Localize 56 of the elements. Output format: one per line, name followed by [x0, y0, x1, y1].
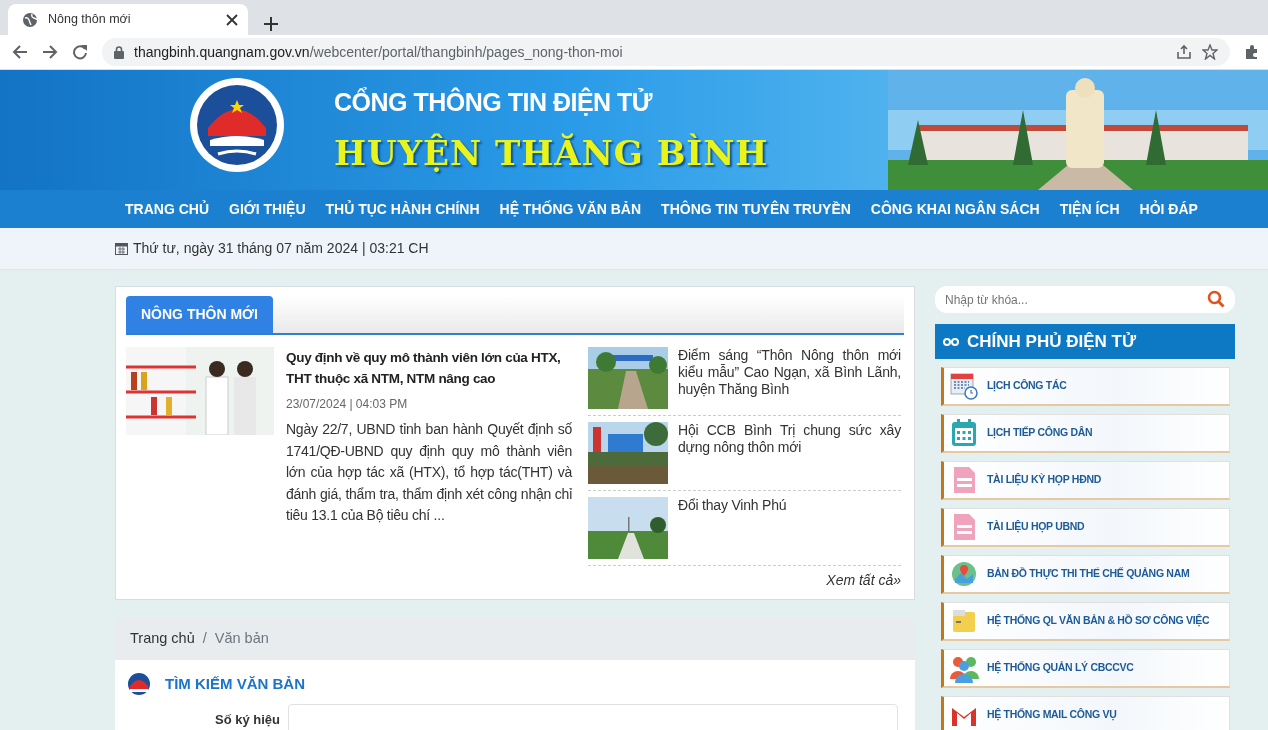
calendar-icon — [115, 242, 128, 255]
nav-link[interactable]: CÔNG KHAI NGÂN SÁCH — [860, 198, 1050, 220]
nav-link[interactable]: HỆ THỐNG VĂN BẢN — [489, 198, 652, 220]
quick-link[interactable]: LỊCH CÔNG TÁC — [941, 367, 1230, 406]
nav-link[interactable]: TIỆN ÍCH — [1049, 198, 1130, 220]
search-field[interactable]: Nhập từ khóa... — [935, 286, 1235, 313]
close-icon[interactable] — [226, 13, 238, 26]
url-text: thangbinh.quangnam.gov.vn/webcenter/portal/thangbinh/pages_nong-thon-moi — [134, 42, 624, 62]
nav-link[interactable]: HỎI ĐÁP — [1129, 198, 1208, 220]
portal-title: CỔNG THÔNG TIN ĐIỆN TỬ — [334, 86, 654, 118]
emblem-icon — [125, 672, 153, 696]
share-icon[interactable] — [1176, 44, 1192, 60]
nav-link[interactable]: GIỚI THIỆU — [219, 198, 316, 220]
star-icon[interactable] — [1202, 44, 1218, 60]
quick-link[interactable]: BẢN ĐỒ THỰC THI THỂ CHẾ QUẢNG NAM — [941, 555, 1230, 594]
quick-link[interactable]: TÀI LIỆU HỌP UBND — [941, 508, 1230, 547]
quick-link[interactable]: TÀI LIỆU KỲ HỌP HĐND — [941, 461, 1230, 500]
article-title[interactable]: Điểm sáng “Thôn Nông thôn mới kiểu mẫu” Cao Ngạn, xã Bình Lãnh, huyện Thăng Bình — [678, 347, 901, 409]
lock-icon — [114, 45, 124, 59]
link-icon — [943, 337, 959, 346]
calendar-icon — [949, 418, 979, 448]
district-name: HUYỆN THĂNG BÌNH — [334, 131, 769, 175]
map-pin-icon — [949, 559, 979, 589]
calendar-clock-icon — [949, 371, 979, 401]
tab-title: Nông thôn mới — [48, 11, 132, 29]
article-title[interactable]: Quy định về quy mô thành viên lớn của HTX, THT thuộc xã NTM, NTM nâng cao — [286, 347, 572, 389]
breadcrumb-current: Văn bản — [214, 629, 269, 649]
view-all-link[interactable]: Xem tất cả» — [588, 570, 901, 591]
article-summary: Ngày 22/7, UBND tỉnh ban hành Quyết định số 1741/QĐ-UBND quy định quy mô thành viên lớn của hợp tác xã (HTX), tổ hợp tác(THT) và đánh giá, thẩm tra, thẩm định xét công nhận chỉ tiêu 13.1 của Bộ tiêu chí ... — [286, 420, 572, 525]
article-title[interactable]: Hội CCB Bình Trị chung sức xây dựng nông thôn mới — [678, 422, 901, 484]
quick-link[interactable]: LỊCH TIẾP CÔNG DÂN — [941, 414, 1230, 453]
globe-icon — [22, 11, 38, 28]
date-text: Thứ tư, ngày 31 tháng 07 năm 2024 | 03:21 CH — [133, 239, 429, 258]
back-icon[interactable] — [12, 44, 28, 60]
search-icon[interactable] — [1207, 290, 1225, 308]
quick-link[interactable]: HỆ THỐNG QL VĂN BẢN & HỒ SƠ CÔNG VIỆC — [941, 602, 1230, 641]
browser-tab[interactable]: Nông thôn mới — [8, 4, 248, 35]
nav-link[interactable]: THÔNG TIN TUYÊN TRUYỀN — [651, 198, 861, 220]
article-title[interactable]: Đổi thay Vinh Phú — [678, 497, 787, 559]
new-tab-icon[interactable] — [264, 17, 278, 31]
reload-icon[interactable] — [72, 44, 88, 60]
breadcrumb-link[interactable]: Trang chủ — [130, 628, 195, 650]
forward-icon[interactable] — [42, 44, 58, 60]
input-field[interactable] — [288, 704, 898, 730]
nav-link[interactable]: THỦ TỤC HÀNH CHÍNH — [315, 198, 490, 220]
address-bar[interactable]: thangbinh.quangnam.gov.vn/webcenter/portal/thangbinh/pages_nong-thon-moi — [102, 38, 1230, 66]
quick-link[interactable]: HỆ THỐNG MAIL CÔNG VỤ — [941, 696, 1230, 730]
panel-heading: CHÍNH PHỦ ĐIỆN TỬ — [967, 330, 1136, 353]
quick-link[interactable]: HỆ THỐNG QUẢN LÝ CBCCVC — [941, 649, 1230, 688]
section-tab[interactable]: NÔNG THÔN MỚI — [126, 296, 273, 333]
breadcrumb-separator: / — [202, 629, 207, 649]
puzzle-icon[interactable] — [1244, 44, 1260, 60]
section-heading: TÌM KIẾM VĂN BẢN — [165, 673, 305, 694]
nav-link[interactable]: TRANG CHỦ — [115, 198, 219, 220]
field-label: Số ký hiệu — [213, 710, 280, 729]
article-date: 23/07/2024 | 04:03 PM — [286, 396, 409, 413]
